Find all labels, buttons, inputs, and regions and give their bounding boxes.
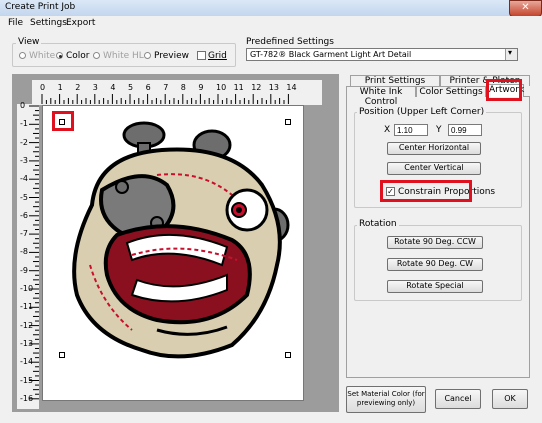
view-preview-label: Preview [154,51,190,61]
left-ruler-label: 0 [20,101,26,110]
left-ruler-label: -15 [20,375,34,385]
view-group-label: View [16,37,42,47]
top-ruler-label: 9 [198,83,204,92]
menu-export[interactable]: Export [66,18,95,28]
tab-color-settings[interactable]: Color Settings [416,86,486,97]
ok-button[interactable]: OK [492,389,528,409]
menu-settings[interactable]: Settings [30,18,67,28]
center-horizontal-button[interactable]: Center Horizontal [387,142,481,155]
rotation-group-label: Rotation [357,219,399,229]
close-icon: ✕ [521,2,530,13]
top-ruler-label: 8 [180,83,186,92]
set-material-color-button[interactable]: Set Material Color (for previewing only) [346,386,426,413]
top-ruler-label: 12 [251,83,262,92]
left-ruler-label: -8 [20,247,28,257]
left-ruler-label: -3 [20,155,28,165]
left-ruler-label: -2 [20,137,28,147]
top-ruler-label: 2 [75,83,81,92]
predefined-settings-value: GT-782® Black Garment Light Art Detail [250,50,412,59]
left-ruler-label: -4 [20,174,28,184]
highlight-top-left-handle [52,111,74,131]
left-ruler-label: -14 [20,357,34,367]
top-ruler-label: 11 [233,83,244,92]
top-ruler-label: 0 [40,83,46,92]
top-ruler-label: 1 [57,83,63,92]
menu-bar: File Settings Export [0,16,542,30]
view-color-radio[interactable] [56,52,63,59]
left-ruler-label: -12 [20,320,34,330]
left-ruler-label: -10 [20,284,34,293]
left-ruler-label: -11 [20,302,34,312]
rotate-ccw-button[interactable]: Rotate 90 Deg. CCW [387,236,483,249]
left-ruler-label: -13 [20,338,34,348]
center-vertical-button[interactable]: Center Vertical [387,162,481,175]
left-ruler-label: -6 [20,210,28,220]
menu-file[interactable]: File [8,18,23,28]
view-white-radio [19,52,26,59]
highlight-artwork-tab [486,79,522,101]
view-color-label: Color [66,51,90,61]
top-ruler-label: 14 [286,83,297,92]
dropdown-button[interactable]: ▾ [505,48,517,60]
view-whitehl-label: White HL [103,51,144,61]
position-group-label: Position (Upper Left Corner) [357,107,487,117]
chevron-down-icon: ▾ [508,48,513,57]
left-ruler-label: -16 [20,393,34,403]
left-ruler-label: -7 [20,229,28,239]
selection-handle-bottom-right[interactable] [285,352,291,358]
artwork-image[interactable] [62,115,292,365]
top-ruler-label: 7 [163,83,169,92]
selection-handle-bottom-left[interactable] [59,352,65,358]
rotate-special-button[interactable]: Rotate Special [387,280,483,293]
predefined-settings-select[interactable]: GT-782® Black Garment Light Art Detail ▾ [246,48,518,61]
grid-checkbox[interactable] [197,51,206,60]
tab-print-settings[interactable]: Print Settings [350,75,440,86]
view-white-label: White [29,51,56,61]
top-ruler-label: 3 [92,83,98,92]
grid-label: Grid [208,51,227,61]
window-title: Create Print Job [5,2,76,12]
highlight-constrain-proportions [380,180,472,202]
left-ruler-label: -5 [20,192,28,202]
top-ruler-label: 5 [128,83,134,92]
rotate-cw-button[interactable]: Rotate 90 Deg. CW [387,258,483,271]
top-ruler-label: 6 [145,83,151,92]
selection-handle-top-right[interactable] [285,119,291,125]
top-ruler-label: 10 [216,83,227,92]
y-position-input[interactable] [448,124,482,136]
left-ruler-label: -1 [20,119,28,129]
view-whitehl-radio [93,52,100,59]
close-button[interactable]: ✕ [509,0,542,17]
predefined-settings-label: Predefined Settings [246,37,334,47]
top-ruler-label: 13 [268,83,279,92]
left-ruler-label: -9 [20,265,28,275]
cancel-button[interactable]: Cancel [435,389,481,409]
view-preview-radio[interactable] [144,52,151,59]
top-ruler-label: 4 [110,83,116,92]
title-bar: Create Print Job ✕ [0,0,542,17]
y-label: Y [436,125,442,135]
x-position-input[interactable] [394,124,428,136]
tab-white-ink-control[interactable]: White Ink Control [346,86,416,107]
x-label: X [384,125,391,135]
